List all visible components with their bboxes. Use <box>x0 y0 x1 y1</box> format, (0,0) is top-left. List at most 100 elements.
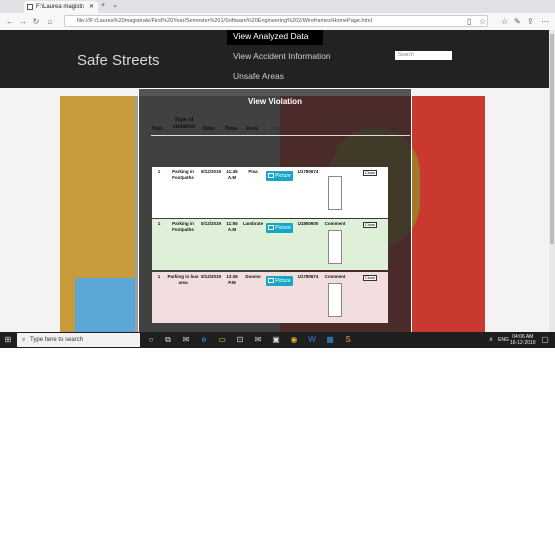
cell-date: 5/12/2019 <box>201 221 222 226</box>
modal-title: View Violation <box>248 97 302 106</box>
file-explorer-icon[interactable]: ▭ <box>217 335 227 345</box>
table-row: 1 Parking in Footpaths 5/12/2019 11:45 A.M P… <box>152 167 388 218</box>
notification-icon[interactable]: ▢ <box>540 335 550 345</box>
page-scrollbar[interactable] <box>549 30 555 332</box>
site-navbar: Safe Streets View Analyzed Data View Acc… <box>0 30 549 88</box>
cell-licence: U1850600 <box>297 221 319 226</box>
store-icon[interactable]: ⊡ <box>235 335 245 345</box>
close-button[interactable]: Close <box>363 222 377 228</box>
refresh-icon[interactable]: ↻ <box>30 16 42 27</box>
tab-menu-icon[interactable]: ⌄ <box>112 0 118 12</box>
back-icon[interactable]: ← <box>4 16 16 27</box>
tab-title: F:\Laurea magistrale\Fir <box>36 4 84 10</box>
comment-textarea[interactable] <box>328 283 342 317</box>
browser-toolbar: ← → ↻ ⌂ file:///F:/Laurea%20magistrale/F… <box>0 13 555 31</box>
column-header-status: Status <box>390 126 408 132</box>
cell-sno: 1 <box>157 221 161 226</box>
word-icon[interactable]: W <box>307 335 317 345</box>
cell-time: 11:45 A.M <box>226 169 238 180</box>
taskbar-search-text: Type here to search <box>30 337 84 343</box>
cell-licence: U1780674 <box>297 274 319 279</box>
column-header-area: Area <box>245 126 259 132</box>
tray-chevron-icon[interactable]: ∧ <box>486 335 496 345</box>
language-indicator[interactable]: ENG <box>498 337 509 343</box>
address-bar[interactable]: file:///F:/Laurea%20magistrale/First%20Y… <box>64 15 488 27</box>
cell-licence: U1780674 <box>297 169 319 174</box>
page-icon <box>27 4 33 10</box>
image-icon <box>268 173 275 179</box>
comment-textarea[interactable] <box>328 230 342 264</box>
comment-label: Comment <box>324 274 346 279</box>
column-header-date: Date <box>203 126 215 132</box>
column-header-sno: Sno. <box>152 126 164 132</box>
windows-taskbar: ⊞ ⌕ Type here to search ○ ⧉ ✉ e ▭ ⊡ ✉ ▣ … <box>0 332 555 348</box>
search-icon: ⌕ <box>22 337 26 343</box>
nav-link-accident-info[interactable]: View Accident Information <box>233 51 331 61</box>
more-icon[interactable]: ⋯ <box>541 16 549 27</box>
clock[interactable]: 04:06 AM 16-12-2019 <box>510 334 536 346</box>
cell-area: Duomo <box>245 274 261 279</box>
column-header-type: Type of violation <box>172 117 196 130</box>
cell-type: Parking in bus area <box>167 274 199 285</box>
cell-type: Parking in Footpaths <box>172 221 194 232</box>
cortana-icon[interactable]: ○ <box>146 335 156 345</box>
cell-time: 11:55 A.M <box>226 221 238 232</box>
cell-area: Pisa <box>248 169 258 174</box>
forward-icon[interactable]: → <box>17 16 29 27</box>
column-header-licence: Licence number <box>325 118 347 131</box>
taskbar-search[interactable]: ⌕ Type here to search <box>17 333 140 347</box>
comment-label: Comment <box>324 221 346 226</box>
edge-icon[interactable]: e <box>199 335 209 345</box>
pen-icon[interactable]: ✎ <box>514 16 521 27</box>
nav-link-unsafe-areas[interactable]: Unsafe Areas <box>233 71 284 81</box>
site-brand[interactable]: Safe Streets <box>77 52 160 69</box>
nav-link-analyzed-data[interactable]: View Analyzed Data <box>233 31 308 41</box>
picture-button[interactable]: Picture <box>266 223 293 233</box>
cell-type: Parking in Footpaths <box>172 169 194 180</box>
table-row: 1 Parking in bus area 5/12/2019 13:45 P.M Du… <box>152 272 388 323</box>
picture-button[interactable]: Picture <box>266 171 293 181</box>
picture-label: Picture <box>275 173 291 179</box>
picture-button[interactable]: Picture <box>266 276 293 286</box>
image-icon <box>268 225 275 231</box>
page-viewport: Safe Streets View Analyzed Data View Acc… <box>0 30 549 332</box>
cell-sno: 1 <box>157 274 161 279</box>
home-icon[interactable]: ⌂ <box>44 16 56 27</box>
favorites-icon[interactable]: ☆ <box>501 16 508 27</box>
column-header-comments: Comments <box>356 126 386 132</box>
task-view-icon[interactable]: ⧉ <box>163 335 173 345</box>
share-icon[interactable]: ⇪ <box>527 16 534 27</box>
camera-icon[interactable]: ▣ <box>271 335 281 345</box>
mail-icon[interactable]: ✉ <box>253 335 263 345</box>
mail-app-icon[interactable]: ✉ <box>181 335 191 345</box>
reading-view-icon[interactable]: ▯ <box>467 16 471 27</box>
new-tab-icon[interactable]: + <box>101 0 105 12</box>
chrome-icon[interactable]: ◉ <box>289 335 299 345</box>
cell-date: 5/12/2019 <box>201 169 222 174</box>
table-row: 1 Parking in Footpaths 5/12/2019 11:55 A.M L… <box>152 219 388 270</box>
picture-label: Picture <box>275 225 291 231</box>
close-button[interactable]: Close <box>363 170 377 176</box>
header-divider <box>151 135 410 136</box>
cell-time: 13:45 P.M <box>226 274 238 285</box>
close-button[interactable]: Close <box>363 275 377 281</box>
cell-area: Lambrate <box>242 221 264 226</box>
start-icon[interactable]: ⊞ <box>3 335 13 345</box>
browser-tab[interactable]: F:\Laurea magistrale\Fir ✕ <box>24 1 98 13</box>
cell-date: 5/12/2019 <box>201 274 222 279</box>
url-text: file:///F:/Laurea%20magistrale/First%20Y… <box>77 18 372 24</box>
favorite-star-icon[interactable]: ☆ <box>479 16 486 27</box>
close-tab-icon[interactable]: ✕ <box>89 1 94 13</box>
image-icon <box>268 278 275 284</box>
view-violation-modal: View Violation Sno. Type of violation Da… <box>138 88 412 332</box>
browser-tab-bar: F:\Laurea magistrale\Fir ✕ + ⌄ <box>0 0 555 13</box>
comment-textarea[interactable] <box>328 176 342 210</box>
sublime-icon[interactable]: S <box>343 335 353 345</box>
app-icon[interactable]: ▦ <box>325 335 335 345</box>
column-header-image: Image <box>271 126 287 132</box>
cell-sno: 1 <box>157 169 161 174</box>
search-input[interactable]: Search <box>395 51 452 60</box>
picture-label: Picture <box>275 278 291 284</box>
clock-date: 16-12-2019 <box>510 340 536 346</box>
column-header-time: Time <box>224 126 238 132</box>
